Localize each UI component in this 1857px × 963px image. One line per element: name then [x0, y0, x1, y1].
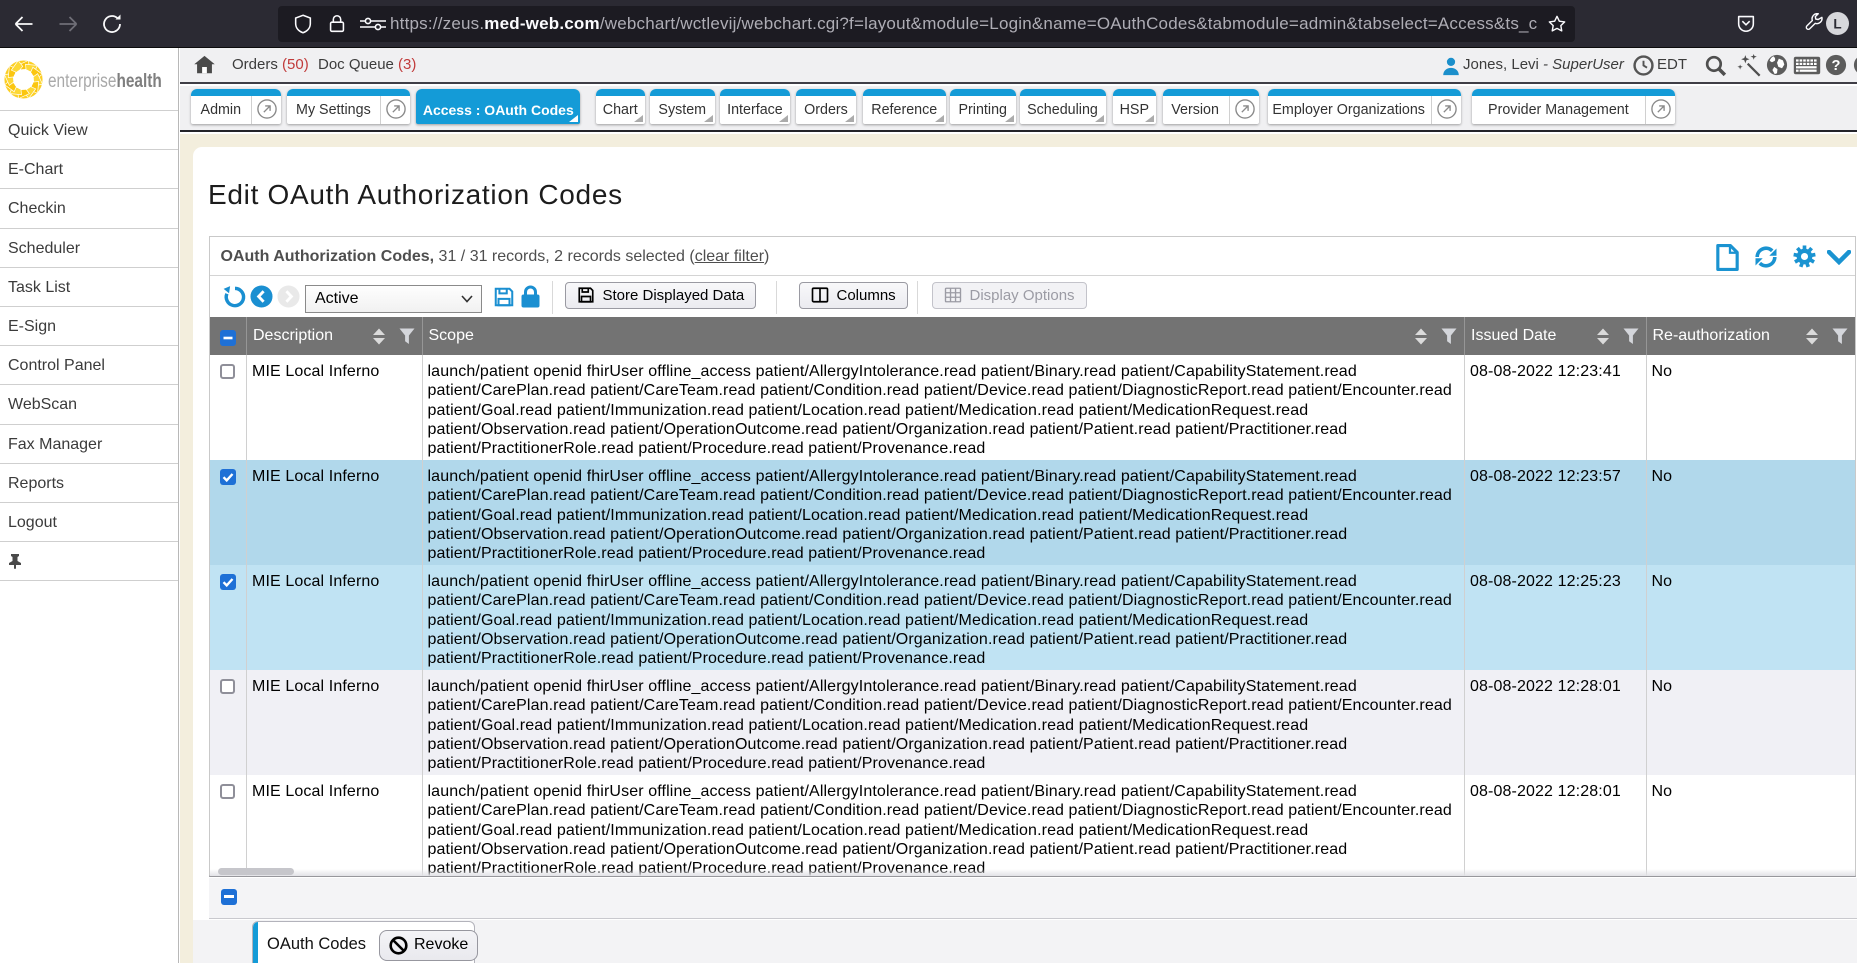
svg-text:L: L [1833, 17, 1841, 32]
svg-text:?: ? [1832, 58, 1841, 74]
